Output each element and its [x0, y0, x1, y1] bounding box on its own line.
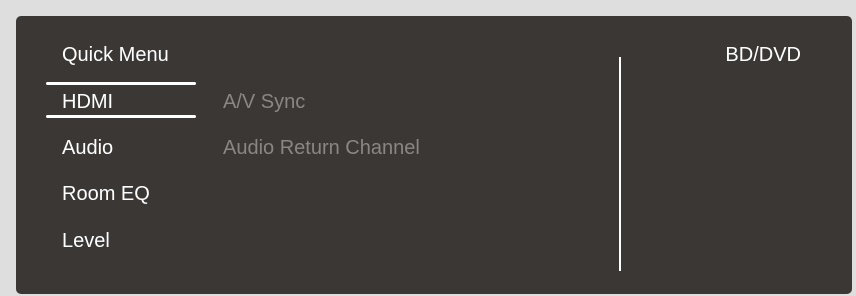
- vertical-divider: [619, 57, 621, 271]
- selection-highlight-bottom: [46, 115, 196, 118]
- submenu-item-av-sync[interactable]: A/V Sync: [223, 90, 305, 114]
- menu-title: Quick Menu: [62, 44, 169, 66]
- menu-item-level[interactable]: Level: [62, 229, 110, 253]
- quick-menu-panel: Quick Menu HDMI Audio Room EQ Level A/V …: [16, 16, 852, 294]
- menu-item-audio[interactable]: Audio: [62, 136, 113, 160]
- menu-item-room-eq[interactable]: Room EQ: [62, 182, 150, 206]
- menu-item-hdmi[interactable]: HDMI: [62, 90, 113, 114]
- submenu-item-audio-return-channel[interactable]: Audio Return Channel: [223, 136, 420, 160]
- current-source-label: BD/DVD: [725, 44, 801, 66]
- selection-highlight-top: [46, 82, 196, 85]
